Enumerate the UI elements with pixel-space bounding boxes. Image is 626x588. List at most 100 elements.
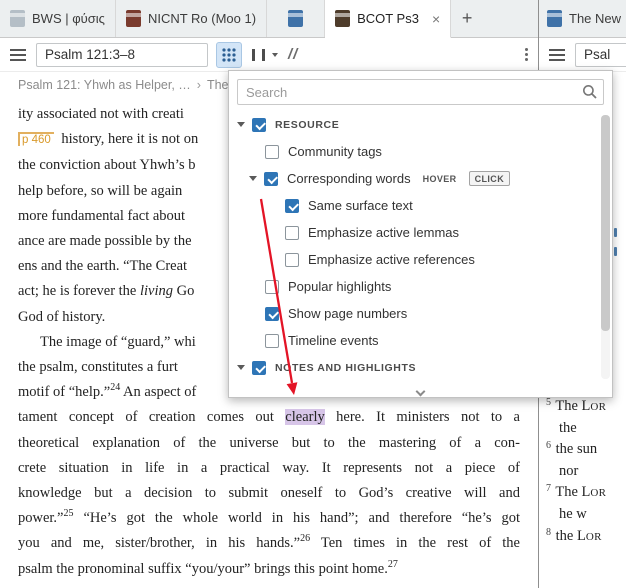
filter-item-corresponding-words[interactable]: Corresponding words HOVER CLICK [229, 165, 612, 192]
text-segment: ance are made possible by the [18, 233, 192, 250]
caret-down-icon[interactable] [237, 365, 245, 370]
text-segment: Go [173, 283, 195, 300]
checkbox[interactable] [265, 144, 279, 159]
scrollbar-thumb[interactable] [601, 115, 610, 332]
text-line: knowledge but a decision to submit onese… [18, 481, 520, 506]
text-segment: tament concept of creation comes out [18, 409, 286, 426]
superscript-ref: 8 [546, 526, 551, 538]
search-icon [582, 84, 598, 105]
text-segment: ens and the earth. “The Creat [18, 258, 188, 275]
superscript-ref: 27 [387, 558, 398, 570]
filter-item-show-page-numbers[interactable]: Show page numbers [229, 300, 612, 327]
text-line: 5 The Lor [546, 398, 626, 420]
checkbox[interactable] [264, 171, 278, 186]
resource-icon [125, 10, 141, 27]
text-segment: or [585, 530, 602, 543]
text-segment: An aspect of [120, 384, 197, 401]
tab-nicnt[interactable]: NICNT Ro (Moo 1) [116, 0, 268, 37]
filter-item-label: Same surface text [308, 198, 413, 213]
checkbox[interactable] [285, 198, 299, 213]
text-line: crete situation in life in a practical w… [18, 456, 520, 481]
filter-item-list: RESOURCE Community tags Corresponding word… [229, 111, 612, 381]
tab-label: The New [569, 11, 622, 26]
scroll-down-icon[interactable] [229, 386, 612, 397]
text-line: nor [546, 463, 626, 485]
pause-bars-icon [252, 48, 255, 61]
close-tab-icon[interactable]: × [432, 12, 440, 26]
tab-the-new[interactable]: The New [539, 0, 626, 37]
multiview-button[interactable] [250, 47, 280, 63]
panel-menu-button[interactable] [547, 47, 567, 63]
text-segment: Ten times in the rest of the [310, 535, 520, 552]
filter-item-resource[interactable]: RESOURCE [229, 111, 612, 138]
checkbox[interactable] [285, 225, 299, 240]
caret-down-icon[interactable] [237, 122, 245, 127]
breadcrumb-item[interactable]: Psalm 121: Yhwh as Helper, … [18, 78, 191, 92]
filter-search-input[interactable] [237, 79, 604, 105]
filter-search-row [237, 79, 604, 105]
tab-bws[interactable]: BWS | φύσις [0, 0, 116, 37]
superscript-ref: 6 [546, 440, 551, 452]
text-segment: more fundamental fact about [18, 207, 186, 224]
filter-item-timeline-events[interactable]: Timeline events [229, 327, 612, 354]
caret-down-icon[interactable] [249, 176, 257, 181]
checkbox[interactable] [285, 252, 299, 267]
popup-scrollbar[interactable] [601, 115, 610, 379]
badge-click[interactable]: CLICK [468, 171, 511, 186]
filter-item-notes-and-highlights[interactable]: NOTES AND HIGHLIGHTS [229, 354, 612, 381]
text-segment: the conviction about Yhwh’s b [18, 157, 196, 174]
panel-more-button[interactable] [523, 44, 530, 65]
text-segment: living [139, 283, 174, 300]
text-segment: or [590, 487, 607, 500]
text-segment: knowledge but a decision to submit onese… [18, 485, 520, 502]
filter-item-emphasize-active-lemmas[interactable]: Emphasize active lemmas [229, 219, 612, 246]
text-segment: the L [552, 527, 586, 544]
app-window: BWS | φύσις NICNT Ro (Moo 1) BCOT Ps3 × … [0, 0, 626, 588]
breadcrumb-item[interactable]: The [207, 78, 229, 92]
filter-item-popular-highlights[interactable]: Popular highlights [229, 273, 612, 300]
reference-input[interactable] [575, 42, 626, 67]
text-segment: The image of “guard,” whi [40, 333, 196, 350]
caret-down-icon [272, 52, 278, 57]
tab-resource[interactable] [267, 0, 326, 37]
visual-filters-popup: RESOURCE Community tags Corresponding word… [228, 70, 613, 398]
text-segment: history, here it is not on [57, 131, 199, 148]
kebab-icon [525, 46, 528, 63]
text-segment: psalm the pronominal suffix “you/your” b… [18, 560, 388, 577]
text-line: 8 the Lor [546, 526, 626, 550]
checkbox[interactable] [252, 360, 266, 375]
text-line: power.”25 “He’s got the whole world in h… [18, 506, 520, 531]
filter-item-same-surface-text[interactable]: Same surface text [229, 192, 612, 219]
text-segment: the psalm, constitutes a furt [18, 359, 178, 376]
tab-bcot-ps3[interactable]: BCOT Ps3 × [325, 0, 452, 38]
filter-item-label: Emphasize active references [308, 252, 475, 267]
parallel-slashes-icon[interactable]: // [288, 46, 298, 63]
reference-input[interactable] [36, 42, 208, 67]
panel-menu-button[interactable] [8, 47, 28, 63]
right-tabbar: The New [539, 0, 626, 38]
tab-label: BCOT Ps3 [357, 11, 419, 26]
text-line: 7 The Lor [546, 484, 626, 506]
visual-filters-button[interactable] [216, 41, 242, 68]
filter-item-label: Popular highlights [288, 279, 392, 294]
new-tab-button[interactable]: + [451, 0, 483, 37]
superscript-ref: 25 [63, 508, 74, 520]
filter-item-label: Corresponding words [287, 171, 411, 186]
text-segment: ity associated not with creati [18, 106, 184, 122]
filter-item-community-tags[interactable]: Community tags [229, 138, 612, 165]
filter-item-label: Community tags [288, 144, 382, 159]
checkbox[interactable] [252, 117, 266, 132]
text-line: theoretical explanation of the universe … [18, 431, 520, 456]
text-line: psalm the pronominal suffix “you/your” b… [18, 557, 520, 582]
badge-hover[interactable]: HOVER [423, 174, 457, 184]
text-line: you and me, sister/brother, in his hands… [18, 531, 520, 556]
checkbox[interactable] [265, 333, 279, 348]
checkbox[interactable] [265, 279, 279, 294]
filter-item-emphasize-active-references[interactable]: Emphasize active references [229, 246, 612, 273]
text-segment: the sun [552, 441, 598, 458]
text-segment: nor [559, 462, 579, 479]
highlighted-word: clearly [285, 409, 325, 426]
checkbox[interactable] [265, 306, 279, 321]
bible-verses: 5 The Lor the 6 the sun nor 7 The Lor he w8 t… [546, 398, 626, 549]
dots-grid-icon [222, 47, 236, 62]
